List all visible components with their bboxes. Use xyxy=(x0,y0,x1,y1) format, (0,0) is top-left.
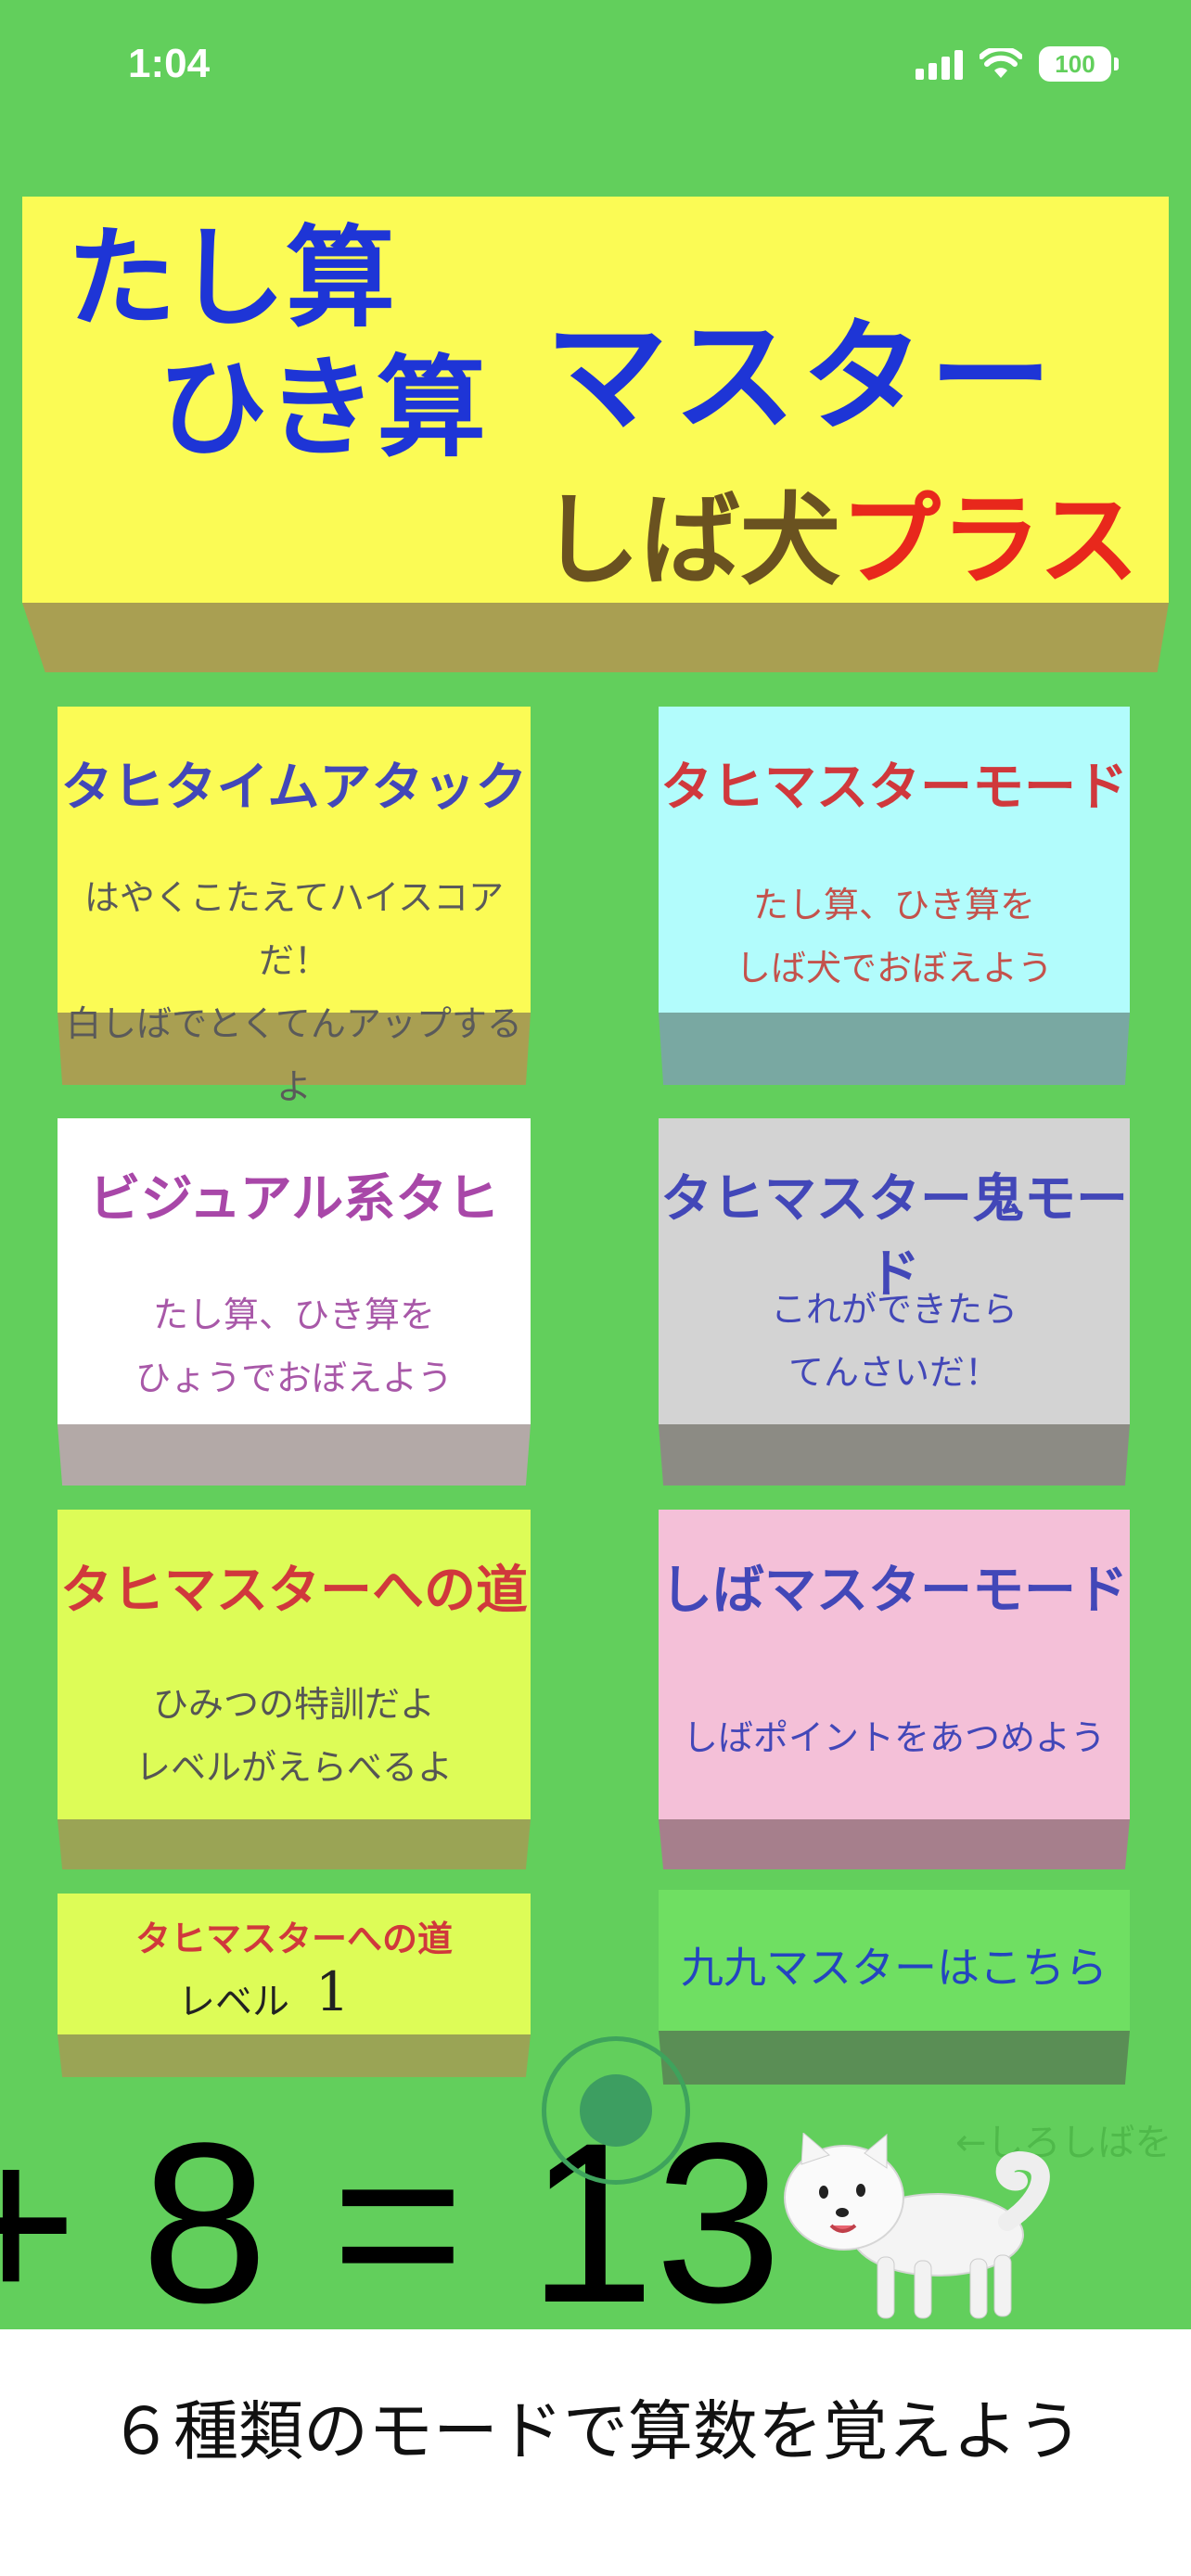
cellular-signal-icon xyxy=(916,48,963,80)
mode-title: タヒマスターモード xyxy=(660,758,1128,818)
assistive-touch-dot xyxy=(580,2074,652,2147)
subtitle: しば犬プラス xyxy=(540,460,1139,605)
mode-title: タヒマスターへの道 xyxy=(60,1561,528,1621)
kuku-link-label: 九九マスターはこちら xyxy=(681,1943,1108,1993)
title-line1: たし算 xyxy=(67,213,396,342)
wifi-icon xyxy=(980,48,1022,78)
kuku-master-link[interactable]: 九九マスターはこちら xyxy=(659,1890,1130,2085)
mode-desc: たし算、ひき算を しば犬でおぼえよう xyxy=(735,885,1053,988)
title-banner-side xyxy=(22,603,1169,672)
level-value: 1 xyxy=(315,1960,350,2023)
subtitle-plus: プラス xyxy=(840,482,1139,599)
mode-road-button[interactable]: タヒマスターへの道 ひみつの特訓だよ レベルがえらべるよ xyxy=(58,1510,531,1869)
mode-desc: ひみつの特訓だよ レベルがえらべるよ xyxy=(134,1684,453,1788)
level-select-button[interactable]: タヒマスターへの道 レベル 1 xyxy=(58,1894,531,2077)
battery-icon: 100 xyxy=(1039,46,1119,82)
title-line2: ひき算 xyxy=(158,343,487,472)
mode-shiba-button[interactable]: しばマスターモード しばポイントをあつめよう xyxy=(659,1510,1130,1869)
mode-title: ビジュアル系タヒ xyxy=(88,1169,500,1230)
level-label: レベル xyxy=(178,1981,289,2023)
mode-title: タヒタイムアタック xyxy=(60,758,528,818)
status-icons: 100 xyxy=(916,46,1119,82)
mode-desc: はやくこたえてハイスコアだ！ 白しばでとくてんアップするよ xyxy=(66,877,522,1107)
shiba-dog-mascot[interactable] xyxy=(775,2133,1050,2327)
mode-desc: しばポイントをあつめよう xyxy=(682,1717,1106,1758)
caption-text: ６種類のモードで算数を覚えよう xyxy=(109,2393,1082,2469)
mode-oni-button[interactable]: タヒマスター鬼モード これができたら てんさいだ！ xyxy=(659,1118,1130,1486)
level-card-title: タヒマスターへの道 xyxy=(134,1919,453,1959)
status-time: 1:04 xyxy=(128,41,211,86)
mode-time-attack-button[interactable]: タヒタイムアタック はやくこたえてハイスコアだ！ 白しばでとくてんアップするよ xyxy=(58,707,531,1107)
assistive-touch-button[interactable] xyxy=(542,2036,690,2185)
title-left: たし算 ひき算 xyxy=(67,213,486,473)
title-main: マスター xyxy=(545,305,1057,449)
subtitle-dog: しば犬 xyxy=(540,482,841,599)
mode-desc: これができたら てんさいだ！ xyxy=(770,1289,1018,1393)
mode-visual-button[interactable]: ビジュアル系タヒ たし算、ひき算を ひょうでおぼえよう xyxy=(58,1118,531,1486)
mode-title: しばマスターモード xyxy=(660,1561,1128,1621)
mode-desc: たし算、ひき算を ひょうでおぼえよう xyxy=(134,1294,453,1398)
mode-master-button[interactable]: タヒマスターモード たし算、ひき算を しば犬でおぼえよう xyxy=(659,707,1130,1085)
